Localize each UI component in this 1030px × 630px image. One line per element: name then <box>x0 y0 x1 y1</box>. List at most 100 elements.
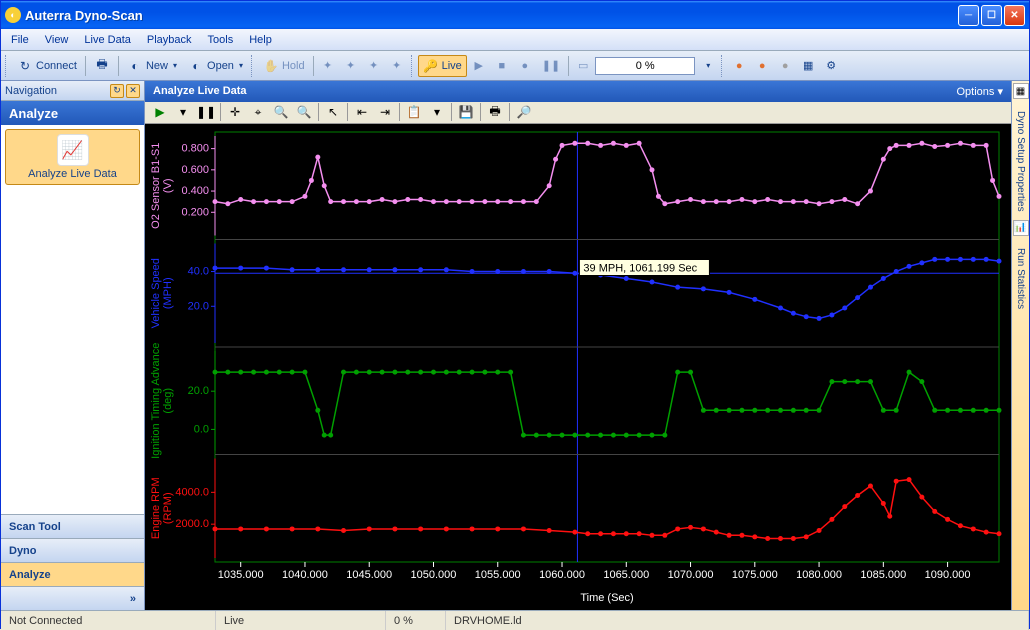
svg-text:39 MPH, 1061.199 Sec: 39 MPH, 1061.199 Sec <box>583 263 697 275</box>
main-panel: Analyze Live Data Options ▾ ▶ ▾ ❚❚ ✛ ⌖ 🔍… <box>145 81 1011 610</box>
zoom-out-button[interactable]: 🔍 <box>293 102 315 122</box>
nav-btn-more[interactable]: » <box>1 586 144 610</box>
toolbar-grip[interactable] <box>411 55 415 77</box>
cursor-right-button[interactable]: ⇥ <box>374 102 396 122</box>
svg-text:1060.000: 1060.000 <box>539 569 585 581</box>
menu-tools[interactable]: Tools <box>200 31 242 49</box>
svg-text:1065.000: 1065.000 <box>603 569 649 581</box>
svg-text:1080.000: 1080.000 <box>796 569 842 581</box>
status-file: DRVHOME.ld <box>446 611 1029 630</box>
record-button[interactable]: ● <box>514 55 536 77</box>
svg-text:0.400: 0.400 <box>181 185 209 197</box>
svg-text:1035.000: 1035.000 <box>218 569 264 581</box>
nav-close-button[interactable]: ✕ <box>126 84 140 98</box>
print-button[interactable]: 🖶 <box>89 55 115 77</box>
side-tab-dynosetup[interactable]: Dyno Setup Properties <box>1013 105 1028 218</box>
svg-text:1090.000: 1090.000 <box>925 569 971 581</box>
minimize-button[interactable]: ─ <box>958 5 979 26</box>
statusbar: Not Connected Live 0 % DRVHOME.ld <box>1 610 1029 630</box>
svg-text:Engine RPM: Engine RPM <box>150 477 162 539</box>
svg-text:O2 Sensor B1-S1: O2 Sensor B1-S1 <box>150 143 162 229</box>
toolbar-grip[interactable] <box>5 55 9 77</box>
crosshair-button[interactable]: ✛ <box>224 102 246 122</box>
tape-button[interactable]: ▭ <box>572 55 594 77</box>
menu-view[interactable]: View <box>37 31 77 49</box>
chart-menu-button[interactable]: ▾ <box>172 102 194 122</box>
toolbar-grip[interactable] <box>721 55 725 77</box>
svg-text:1055.000: 1055.000 <box>475 569 521 581</box>
connect-button[interactable]: ↻Connect <box>12 55 82 77</box>
menu-help[interactable]: Help <box>241 31 280 49</box>
table-button[interactable]: ▦ <box>797 55 819 77</box>
preview-button[interactable]: 🔎 <box>513 102 535 122</box>
progress-display: 0 % <box>595 57 695 75</box>
stop-button[interactable]: ■ <box>491 55 513 77</box>
maximize-button[interactable]: ☐ <box>981 5 1002 26</box>
chart-area[interactable]: 1035.0001040.0001045.0001050.0001055.000… <box>145 124 1011 610</box>
chart-pause-button[interactable]: ❚❚ <box>195 102 217 122</box>
panel-title: Analyze Live Data <box>153 85 247 97</box>
settings-button[interactable]: ⚙ <box>820 55 842 77</box>
new-button[interactable]: ◐New <box>122 55 182 77</box>
open-label: Open <box>207 60 234 72</box>
svg-text:(deg): (deg) <box>162 388 174 414</box>
svg-text:(V): (V) <box>162 178 174 193</box>
nav-btn-dyno[interactable]: Dyno <box>1 538 144 562</box>
menu-playback[interactable]: Playback <box>139 31 200 49</box>
move-e-button[interactable]: ✦ <box>363 55 385 77</box>
nav-title: Navigation <box>5 85 57 97</box>
svg-text:1085.000: 1085.000 <box>860 569 906 581</box>
status-mode: Live <box>216 611 386 630</box>
cursor-left-button[interactable]: ⇤ <box>351 102 373 122</box>
menu-file[interactable]: File <box>3 31 37 49</box>
save-button[interactable]: 💾 <box>455 102 477 122</box>
key-icon: 🔑 <box>423 58 439 74</box>
svg-text:1070.000: 1070.000 <box>668 569 714 581</box>
window-title: Auterra Dyno-Scan <box>25 8 958 23</box>
side-tab-runstats[interactable]: Run Statistics <box>1013 242 1028 315</box>
nav-btn-analyze[interactable]: Analyze <box>1 562 144 586</box>
titlebar: ◐ Auterra Dyno-Scan ─ ☐ ✕ <box>1 1 1029 29</box>
grid-icon: ▦ <box>803 59 813 72</box>
nav-btn-scantool[interactable]: Scan Tool <box>1 514 144 538</box>
move-n-button[interactable]: ✦ <box>317 55 339 77</box>
stats-icon: 📊 <box>1013 220 1029 236</box>
copy-menu-button[interactable]: ▾ <box>426 102 448 122</box>
panel-header: Analyze Live Data Options ▾ <box>145 81 1011 102</box>
move-w-button[interactable]: ✦ <box>386 55 408 77</box>
ball2-button[interactable]: ● <box>751 55 773 77</box>
progress-text: 0 % <box>636 60 655 72</box>
svg-text:4000.0: 4000.0 <box>175 486 209 498</box>
ball-icon: ● <box>782 60 789 72</box>
connect-label: Connect <box>36 60 77 72</box>
zoom-area-button[interactable]: ⌖ <box>247 102 269 122</box>
menu-livedata[interactable]: Live Data <box>76 31 138 49</box>
svg-text:(RPM): (RPM) <box>162 492 174 524</box>
svg-text:0.800: 0.800 <box>181 143 209 155</box>
progress-menu[interactable] <box>696 55 718 77</box>
print-chart-button[interactable]: 🖶 <box>484 102 506 122</box>
svg-text:Ignition Timing Advance: Ignition Timing Advance <box>150 343 162 459</box>
chart-play-button[interactable]: ▶ <box>149 102 171 122</box>
chart-toolbar: ▶ ▾ ❚❚ ✛ ⌖ 🔍 🔍 ↖ ⇤ ⇥ 📋 ▾ 💾 🖶 🔎 <box>145 102 1011 124</box>
options-button[interactable]: Options ▾ <box>957 85 1004 98</box>
toolbar-grip[interactable] <box>251 55 255 77</box>
close-button[interactable]: ✕ <box>1004 5 1025 26</box>
main-toolbar: ↻Connect 🖶 ◐New ◐Open ✋Hold ✦ ✦ ✦ ✦ 🔑Liv… <box>1 51 1029 81</box>
zoom-in-button[interactable]: 🔍 <box>270 102 292 122</box>
nav-item-label: Analyze Live Data <box>28 168 117 180</box>
nav-pin-button[interactable]: ↻ <box>110 84 124 98</box>
ball3-button[interactable]: ● <box>774 55 796 77</box>
ball1-button[interactable]: ● <box>728 55 750 77</box>
svg-text:0.200: 0.200 <box>181 206 209 218</box>
refresh-icon: ↻ <box>17 58 33 74</box>
hold-button[interactable]: ✋Hold <box>258 55 310 77</box>
copy-button[interactable]: 📋 <box>403 102 425 122</box>
move-s-button[interactable]: ✦ <box>340 55 362 77</box>
nav-item-analyze-live-data[interactable]: 📈 Analyze Live Data <box>5 129 140 185</box>
pointer-button[interactable]: ↖ <box>322 102 344 122</box>
live-button[interactable]: 🔑Live <box>418 55 467 77</box>
pause-button[interactable]: ❚❚ <box>537 55 565 77</box>
open-button[interactable]: ◐Open <box>183 55 248 77</box>
play-button[interactable]: ▶ <box>468 55 490 77</box>
